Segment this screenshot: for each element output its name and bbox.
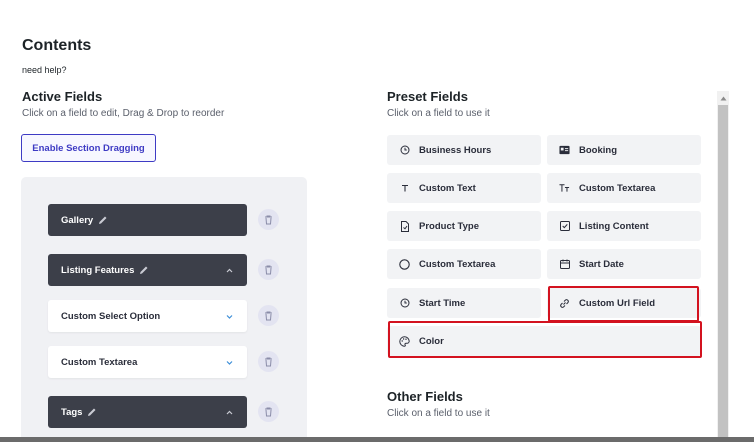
calendar-icon: [559, 259, 570, 270]
preset-item-custom-textarea[interactable]: Custom Textarea: [547, 173, 701, 203]
delete-field-button[interactable]: [258, 351, 279, 372]
preset-item-label: Start Date: [579, 258, 624, 270]
preset-item-label: Booking: [579, 144, 617, 156]
preset-item-start-time[interactable]: Start Time: [387, 288, 541, 318]
highlight-color: [388, 321, 702, 358]
trash-icon: [265, 311, 272, 320]
text-size-icon: [559, 183, 570, 194]
field-label: Custom Textarea: [61, 356, 138, 368]
preset-item-start-date[interactable]: Start Date: [547, 249, 701, 279]
chevron-down-icon[interactable]: [225, 358, 234, 367]
delete-field-button[interactable]: [258, 259, 279, 280]
scrollbar[interactable]: [717, 91, 729, 442]
trash-icon: [265, 215, 272, 224]
delete-field-button[interactable]: [258, 401, 279, 422]
preset-item-custom-textarea-2[interactable]: Custom Textarea: [387, 249, 541, 279]
preset-item-label: Product Type: [419, 220, 479, 232]
trash-icon: [265, 265, 272, 274]
preset-item-business-hours[interactable]: Business Hours: [387, 135, 541, 165]
preset-item-custom-text[interactable]: Custom Text: [387, 173, 541, 203]
active-field-tags[interactable]: Tags: [48, 396, 247, 428]
active-field-custom-textarea[interactable]: Custom Textarea: [48, 346, 247, 378]
preset-item-booking[interactable]: Booking: [547, 135, 701, 165]
field-label: Custom Select Option: [61, 310, 161, 322]
help-link[interactable]: need help?: [22, 65, 67, 75]
active-field-custom-select-option[interactable]: Custom Select Option: [48, 300, 247, 332]
pencil-icon[interactable]: [98, 215, 108, 225]
pencil-icon[interactable]: [87, 407, 97, 417]
chevron-up-icon[interactable]: [225, 408, 234, 417]
highlight-custom-url-field: [548, 286, 699, 322]
id-card-icon: [559, 145, 570, 156]
chevron-up-icon[interactable]: [225, 266, 234, 275]
scroll-thumb[interactable]: [718, 105, 728, 442]
chevron-down-icon[interactable]: [225, 312, 234, 321]
page-title: Contents: [22, 37, 92, 54]
active-field-listing-features[interactable]: Listing Features: [48, 254, 247, 286]
trash-icon: [265, 357, 272, 366]
field-label: Gallery: [61, 214, 94, 226]
text-icon: [399, 183, 410, 194]
preset-item-label: Start Time: [419, 297, 466, 309]
check-square-icon: [559, 221, 570, 232]
preset-fields-subtitle: Click on a field to use it: [387, 108, 490, 119]
preset-item-label: Business Hours: [419, 144, 492, 156]
preset-item-product-type[interactable]: Product Type: [387, 211, 541, 241]
active-field-gallery[interactable]: Gallery: [48, 204, 247, 236]
preset-item-listing-content[interactable]: Listing Content: [547, 211, 701, 241]
enable-section-dragging-button[interactable]: Enable Section Dragging: [21, 134, 156, 162]
bottom-edge-bar: [0, 437, 754, 442]
preset-item-label: Custom Textarea: [419, 258, 496, 270]
pencil-icon[interactable]: [139, 265, 149, 275]
active-fields-title: Active Fields: [22, 89, 103, 104]
clock-icon: [399, 298, 410, 309]
preset-item-label: Custom Textarea: [579, 182, 656, 194]
other-fields-subtitle: Click on a field to use it: [387, 408, 490, 419]
circle-icon: [399, 258, 410, 270]
file-icon: [399, 220, 410, 232]
preset-item-label: Custom Text: [419, 182, 476, 194]
trash-icon: [265, 407, 272, 416]
preset-fields-title: Preset Fields: [387, 89, 468, 104]
field-label: Tags: [61, 406, 83, 418]
other-fields-title: Other Fields: [387, 389, 463, 404]
clock-icon: [399, 145, 410, 156]
preset-item-label: Listing Content: [579, 220, 649, 232]
delete-field-button[interactable]: [258, 209, 279, 230]
field-label: Listing Features: [61, 264, 135, 276]
delete-field-button[interactable]: [258, 305, 279, 326]
active-fields-subtitle: Click on a field to edit, Drag & Drop to…: [22, 108, 225, 119]
scroll-up-arrow-icon[interactable]: [717, 93, 729, 103]
